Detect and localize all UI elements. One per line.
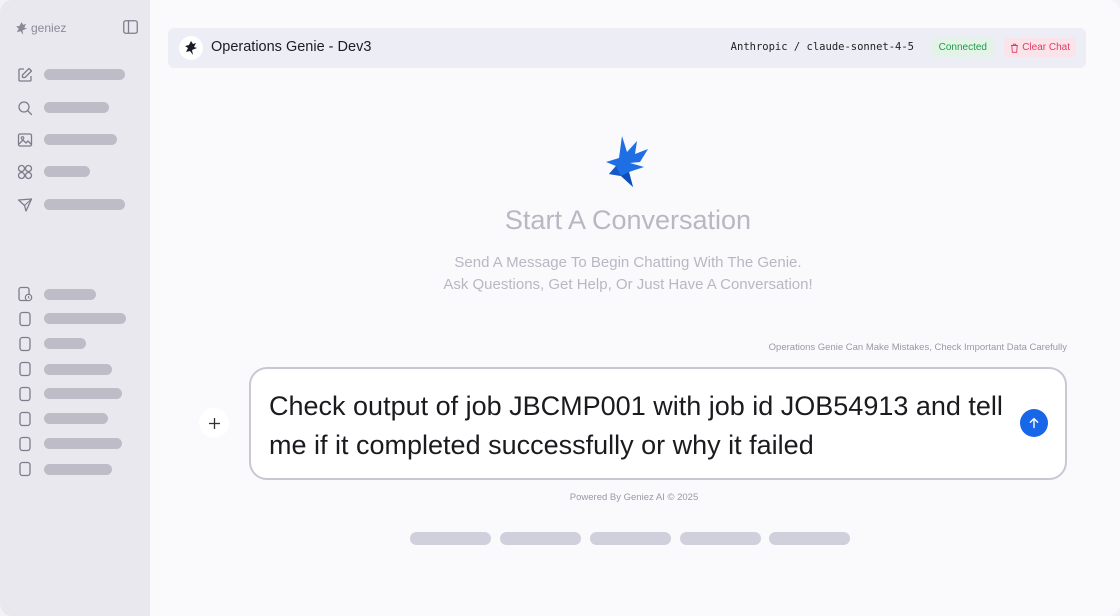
attach-button[interactable] [199, 408, 229, 438]
chat-doc-icon [16, 311, 33, 328]
history-label-skeleton [44, 438, 122, 449]
sidebar: geniez [0, 0, 150, 616]
history-label-skeleton [44, 413, 108, 424]
arrow-up-icon [1029, 417, 1039, 429]
suggestion-skeleton[interactable] [500, 532, 581, 545]
geniez-logo-icon [16, 21, 27, 35]
nav-label-skeleton [44, 166, 90, 177]
nav-item-apps[interactable] [16, 163, 33, 181]
agent-avatar [179, 36, 203, 60]
disclaimer-text: Operations Genie Can Make Mistakes, Chec… [768, 342, 1067, 353]
nav-item-search[interactable] [16, 99, 33, 117]
history-label-skeleton [44, 313, 126, 324]
nav-item-gallery[interactable] [16, 131, 33, 149]
history-item[interactable] [16, 335, 33, 353]
chat-doc-icon [16, 461, 33, 478]
brand[interactable]: geniez [16, 20, 66, 36]
nav-label-skeleton [44, 69, 125, 80]
chat-doc-icon [16, 336, 33, 353]
history-label-skeleton [44, 364, 112, 375]
chat-doc-icon [16, 386, 33, 403]
sidebar-toggle-icon[interactable] [123, 20, 138, 34]
message-input[interactable]: Check output of job JBCMP001 with job id… [269, 387, 1009, 465]
empty-state-subtitle-line: Send A Message To Begin Chatting With Th… [454, 254, 802, 271]
history-label-skeleton [44, 388, 122, 399]
chat-doc-icon [16, 361, 33, 378]
search-icon [16, 100, 33, 117]
chat-doc-icon [16, 436, 33, 453]
nav-label-skeleton [44, 134, 117, 145]
history-item[interactable] [16, 360, 33, 378]
apps-icon [16, 164, 33, 181]
app-window: geniez Operations Genie - Dev3 Anthropic… [0, 0, 1120, 616]
history-item[interactable] [16, 460, 33, 478]
empty-state-title: Start A Conversation [504, 205, 752, 235]
suggestion-skeleton[interactable] [590, 532, 671, 545]
nav-item-new-chat[interactable] [16, 66, 33, 84]
genie-logo-icon [185, 41, 197, 55]
status-badge: Connected [931, 38, 994, 57]
message-composer[interactable]: Check output of job JBCMP001 with job id… [249, 367, 1067, 480]
history-item[interactable] [16, 410, 33, 428]
genie-hero-logo-icon [606, 136, 648, 187]
history-item[interactable] [16, 310, 33, 328]
history-item[interactable] [16, 385, 33, 403]
plus-icon [208, 417, 220, 429]
history-label-skeleton [44, 464, 112, 475]
chat-doc-icon [16, 411, 33, 428]
empty-state-subtitle: Send A Message To Begin Chatting With Th… [0, 252, 1120, 296]
brand-name: geniez [31, 21, 67, 35]
new-chat-icon [16, 67, 33, 84]
suggestion-skeleton[interactable] [680, 532, 761, 545]
clear-chat-label: Clear Chat [1022, 42, 1070, 53]
suggestion-skeleton[interactable] [769, 532, 850, 545]
trash-icon [1011, 43, 1019, 53]
history-label-skeleton [44, 338, 86, 349]
chat-title: Operations Genie - Dev3 [211, 39, 372, 55]
clear-chat-button[interactable]: Clear Chat [1004, 38, 1076, 57]
send-button[interactable] [1020, 409, 1048, 437]
gallery-icon [16, 132, 33, 149]
nav-label-skeleton [44, 102, 109, 113]
suggestion-skeleton[interactable] [410, 532, 491, 545]
model-name: Anthropic / claude-sonnet-4-5 [730, 41, 914, 53]
footer-text: Powered By Geniez AI © 2025 [569, 492, 699, 503]
chat-header: Operations Genie - Dev3 Anthropic / clau… [168, 28, 1086, 68]
history-item[interactable] [16, 435, 33, 453]
empty-state-subtitle-line: Ask Questions, Get Help, Or Just Have A … [443, 276, 813, 293]
